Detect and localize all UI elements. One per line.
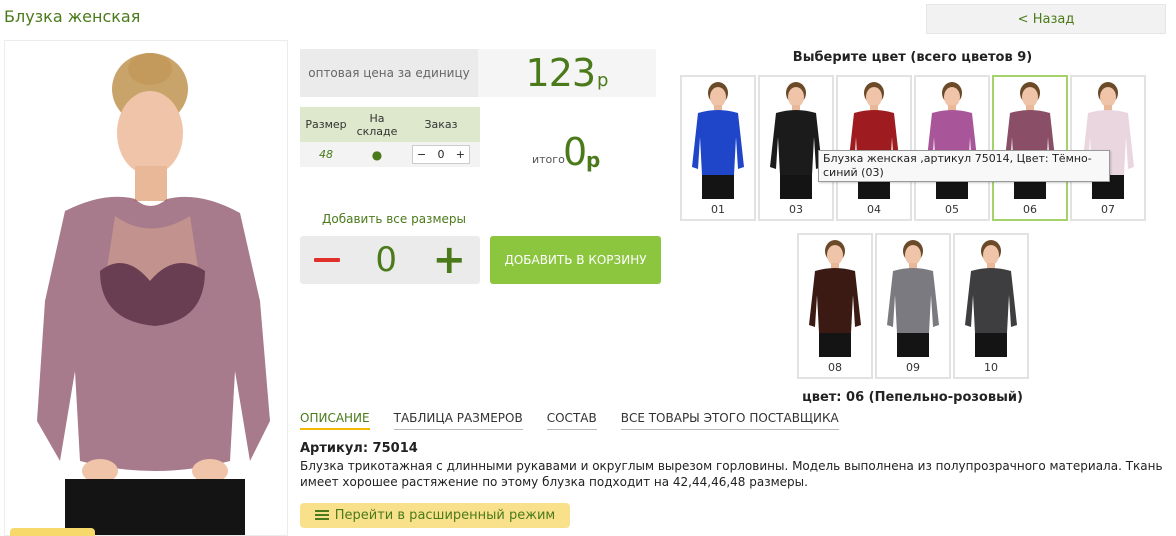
bulk-quantity-value[interactable]: 0	[375, 240, 397, 280]
total-currency: р	[586, 148, 601, 172]
quantity-value[interactable]: 0	[438, 148, 445, 161]
advanced-mode-button[interactable]: Перейти в расширенный режим	[300, 503, 570, 528]
table-row: 48 ● − 0 +	[300, 142, 480, 167]
color-option-05[interactable]: 05	[914, 75, 990, 221]
order-cell: − 0 +	[402, 142, 480, 167]
color-code-label: 04	[867, 203, 881, 216]
add-all-sizes-label: Добавить все размеры	[322, 212, 466, 226]
color-code-label: 03	[789, 203, 803, 216]
product-description: Блузка трикотажная с длинными рукавами и…	[300, 459, 1163, 489]
selected-color-label: цвет: 06 (Пепельно-розовый)	[802, 390, 1023, 405]
plus-icon[interactable]: +	[456, 148, 465, 161]
color-option-03[interactable]: 03	[758, 75, 834, 221]
color-picker-heading: Выберите цвет (всего цветов 9)	[792, 50, 1033, 65]
size-cell: 48	[300, 142, 352, 167]
stock-indicator: ●	[352, 142, 402, 167]
stock-header: На складе	[352, 107, 402, 142]
add-to-cart-button[interactable]: ДОБАВИТЬ В КОРЗИНУ	[490, 236, 661, 284]
size-header: Размер	[300, 107, 352, 142]
color-code-label: 07	[1101, 203, 1115, 216]
color-option-04[interactable]: 04	[836, 75, 912, 221]
color-tooltip: Блузка женская ,артикул 75014, Цвет: Тём…	[818, 150, 1110, 182]
tab-supplier-products[interactable]: ВСЕ ТОВАРЫ ЭТОГО ПОСТАВЩИКА	[620, 411, 839, 430]
quantity-stepper[interactable]: − 0 +	[412, 145, 470, 164]
color-option-09[interactable]: 09	[875, 233, 951, 379]
description-tabs: ОПИСАНИЕ ТАБЛИЦА РАЗМЕРОВ СОСТАВ ВСЕ ТОВ…	[300, 411, 839, 430]
color-code-label: 08	[828, 361, 842, 374]
back-button[interactable]: < Назад	[926, 4, 1166, 34]
page-title: Блузка женская	[4, 7, 141, 26]
color-code-label: 09	[906, 361, 920, 374]
plus-icon[interactable]: +	[432, 240, 466, 280]
color-option-06[interactable]: 06	[992, 75, 1068, 221]
article-number: Артикул: 75014	[300, 441, 418, 456]
color-code-label: 05	[945, 203, 959, 216]
photo-badge	[10, 528, 95, 536]
color-option-10[interactable]: 10	[953, 233, 1029, 379]
minus-icon[interactable]	[314, 258, 340, 262]
advanced-mode-label: Перейти в расширенный режим	[334, 508, 556, 523]
price-value: 123	[525, 51, 597, 95]
price-value-box: 123 р	[478, 49, 656, 97]
color-code-label: 01	[711, 203, 725, 216]
size-table: Размер На складе Заказ 48 ● − 0 +	[300, 107, 480, 167]
main-product-photo[interactable]	[4, 40, 288, 536]
color-option-08[interactable]: 08	[797, 233, 873, 379]
color-code-label: 10	[984, 361, 998, 374]
color-option-01[interactable]: 01	[680, 75, 756, 221]
bulk-quantity-stepper[interactable]: 0 +	[300, 236, 480, 284]
total-value: 0	[563, 130, 588, 174]
color-code-label: 06	[1023, 203, 1037, 216]
tab-size-chart[interactable]: ТАБЛИЦА РАЗМЕРОВ	[393, 411, 523, 430]
price-label: оптовая цена за единицу	[300, 49, 478, 97]
tab-description[interactable]: ОПИСАНИЕ	[300, 411, 370, 430]
tab-composition[interactable]: СОСТАВ	[546, 411, 597, 430]
color-option-07[interactable]: 07	[1070, 75, 1146, 221]
list-icon	[314, 510, 329, 521]
minus-icon[interactable]: −	[417, 148, 426, 161]
total-label: итого	[532, 153, 565, 166]
price-currency: р	[597, 69, 609, 91]
order-header: Заказ	[402, 107, 480, 142]
